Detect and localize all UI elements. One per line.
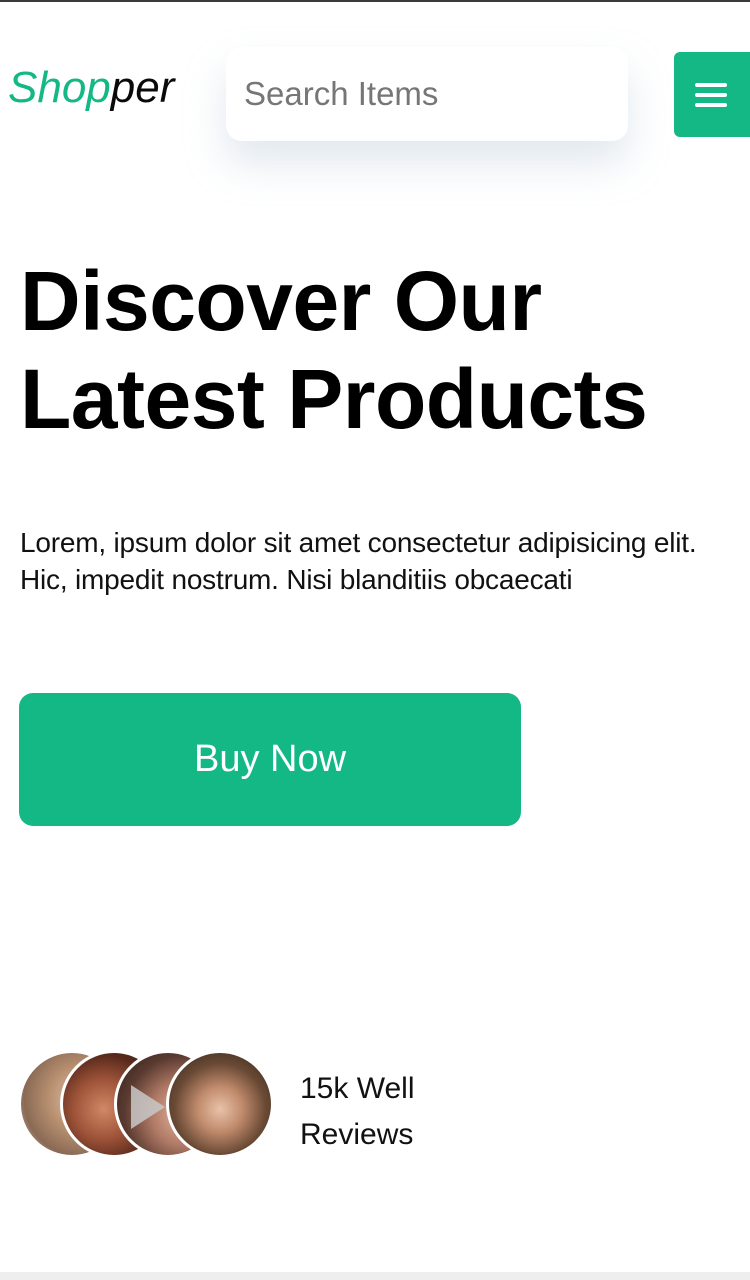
logo-accent-text: Shop	[8, 63, 111, 112]
search-input[interactable]	[226, 47, 628, 141]
hero-title-line-1: Discover Our	[20, 254, 542, 348]
logo[interactable]: Shopper	[8, 60, 174, 116]
logo-rest-text: per	[110, 63, 175, 112]
hamburger-menu-icon	[695, 82, 727, 107]
play-icon	[131, 1085, 165, 1129]
buy-now-button[interactable]: Buy Now	[19, 693, 521, 826]
top-divider	[0, 0, 750, 2]
avatar	[166, 1050, 274, 1158]
reviews-line-2: Reviews	[300, 1118, 414, 1151]
reviews-count: 15k Well Reviews	[300, 1066, 500, 1158]
search-box	[226, 47, 628, 141]
menu-button[interactable]	[674, 52, 750, 137]
avatar-stack	[18, 1050, 288, 1160]
page: Shopper Discover Our Latest Products Lor…	[0, 0, 750, 1280]
reviews-line-1: 15k Well	[300, 1072, 415, 1105]
bottom-divider	[0, 1272, 750, 1280]
hero-description: Lorem, ipsum dolor sit amet consectetur …	[20, 527, 697, 595]
hero-title: Discover Our Latest Products	[20, 252, 730, 448]
hero-title-line-2: Latest Products	[20, 352, 648, 446]
